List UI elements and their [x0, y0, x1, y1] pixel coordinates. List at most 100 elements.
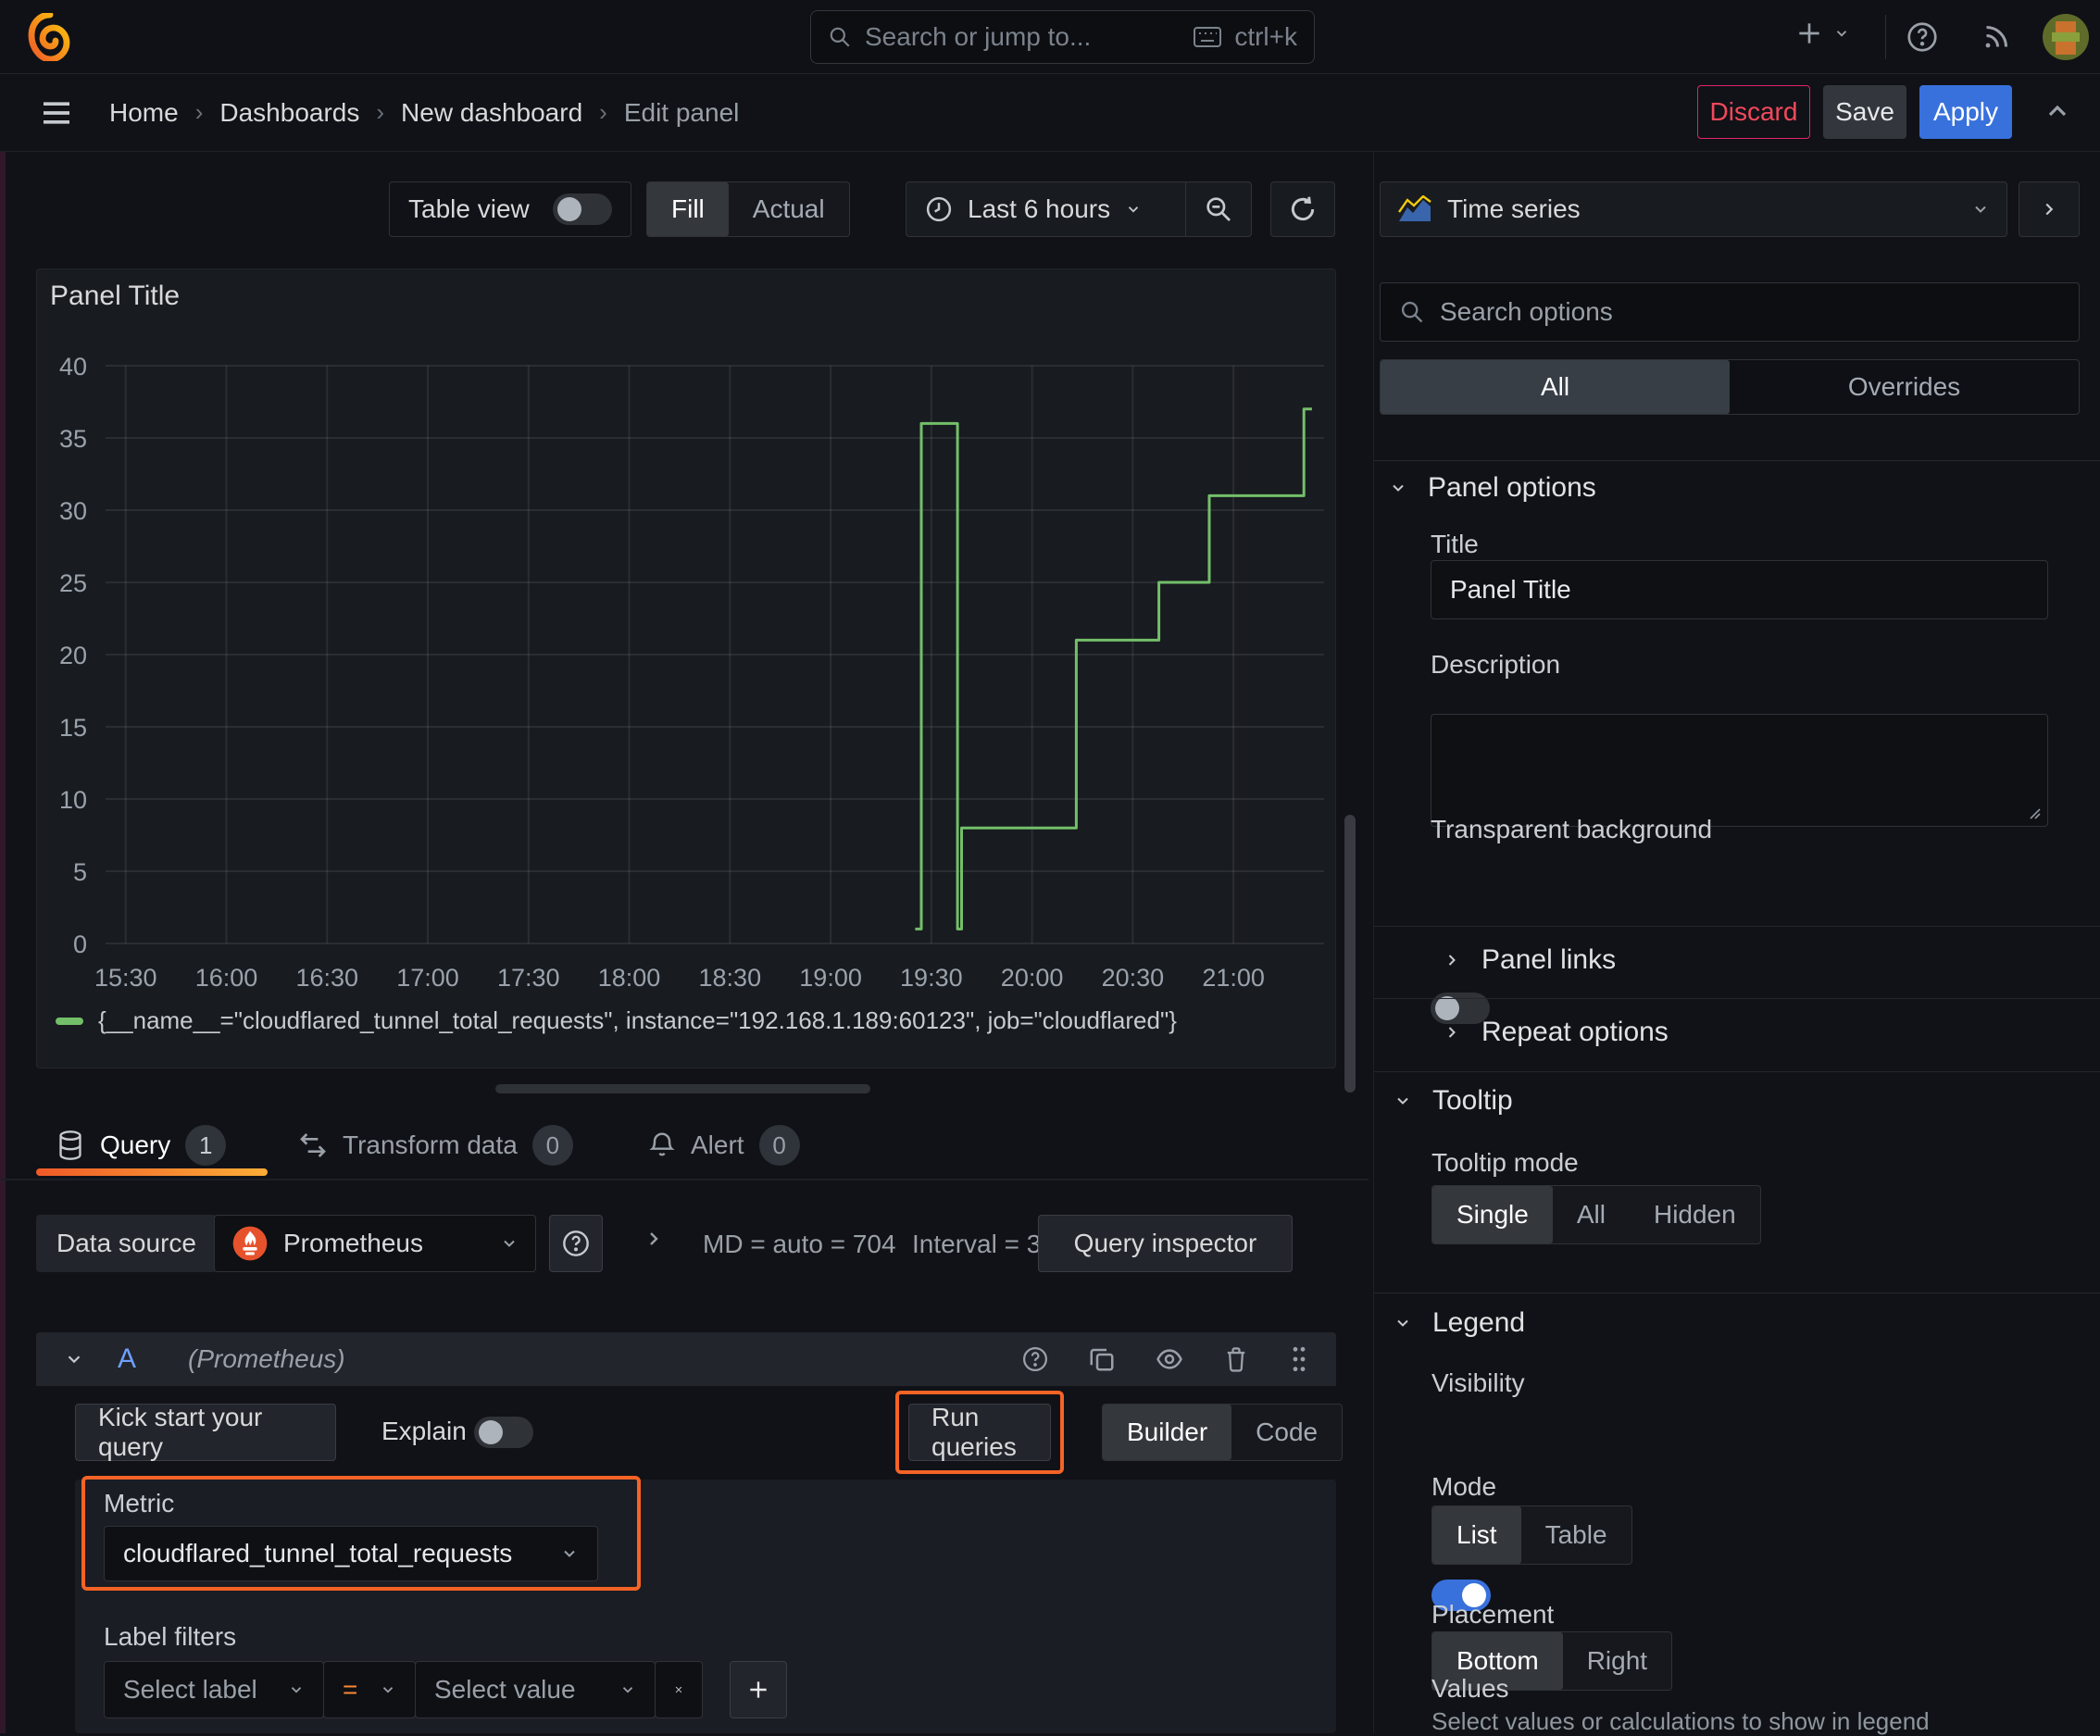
breadcrumb-home[interactable]: Home [109, 98, 179, 128]
explain-toggle[interactable] [474, 1417, 533, 1448]
help-button[interactable] [1906, 20, 1939, 54]
collapse-query-icon[interactable] [64, 1349, 84, 1369]
chevron-right-icon[interactable] [643, 1228, 665, 1250]
global-search-input[interactable]: Search or jump to... ctrl+k [810, 10, 1315, 64]
query-help-icon[interactable] [1021, 1345, 1049, 1373]
table-view-toggle[interactable] [553, 194, 612, 225]
remove-filter-button[interactable] [655, 1661, 703, 1718]
time-range-label: Last 6 hours [968, 194, 1111, 223]
tooltip-all-option[interactable]: All [1553, 1186, 1630, 1243]
time-range-button[interactable]: Last 6 hours [906, 194, 1185, 224]
drag-handle-icon[interactable] [1288, 1344, 1310, 1374]
tooltip-section[interactable]: Tooltip [1394, 1085, 1513, 1117]
tooltip-hidden-option[interactable]: Hidden [1630, 1186, 1760, 1243]
metric-select[interactable]: cloudflared_tunnel_total_requests [104, 1526, 598, 1581]
tab-alert[interactable]: Alert 0 [648, 1118, 800, 1172]
chart-legend[interactable]: {__name__="cloudflared_tunnel_total_requ… [56, 1006, 1177, 1035]
datasource-picker[interactable]: Prometheus [214, 1215, 536, 1272]
chevron-up-icon[interactable] [2043, 96, 2072, 126]
legend-series-swatch[interactable] [56, 1017, 83, 1025]
builder-option[interactable]: Builder [1103, 1405, 1232, 1460]
search-icon [828, 25, 852, 49]
breadcrumb-separator: › [194, 98, 204, 126]
refresh-button[interactable] [1270, 181, 1335, 237]
apply-button[interactable]: Apply [1919, 85, 2012, 139]
grafana-logo[interactable] [28, 13, 72, 61]
legend-list-option[interactable]: List [1432, 1506, 1521, 1564]
query-options-stats[interactable]: MD = auto = 704 [703, 1230, 896, 1259]
options-search-input[interactable]: Search options [1380, 282, 2080, 342]
pane-resize-handle[interactable] [495, 1084, 870, 1093]
query-row-header[interactable]: A (Prometheus) [36, 1332, 1336, 1386]
panel-links-title: Panel links [1481, 944, 1617, 975]
section-divider [1374, 998, 2100, 999]
panel-title-input[interactable]: Panel Title [1431, 560, 2048, 619]
run-queries-button[interactable]: Run queries [908, 1403, 1051, 1461]
keyboard-icon [1194, 27, 1222, 47]
legend-title: Legend [1432, 1307, 1526, 1338]
section-divider [1374, 1071, 2100, 1072]
select-value-dropdown[interactable]: Select value [415, 1661, 656, 1718]
add-filter-button[interactable] [730, 1661, 787, 1718]
plus-icon [750, 1681, 767, 1698]
time-series-chart[interactable]: 0 5 10 15 20 25 30 35 40 15:30 16:00 16:30 17:00 17:3… [37, 325, 1335, 995]
save-button[interactable]: Save [1823, 85, 1906, 139]
y-tick-label: 25 [59, 569, 87, 597]
duplicate-query-icon[interactable] [1088, 1345, 1116, 1373]
visibility-label: Visibility [1431, 1368, 1525, 1397]
tab-query[interactable]: Query 1 [56, 1118, 227, 1172]
datasource-help-button[interactable] [549, 1215, 603, 1272]
select-label-dropdown[interactable]: Select label [104, 1661, 324, 1718]
operator-dropdown[interactable]: = [323, 1661, 416, 1718]
repeat-options-section[interactable]: Repeat options [1443, 1017, 1669, 1048]
chevron-down-icon [382, 1687, 394, 1693]
hamburger-menu-icon[interactable] [41, 100, 72, 126]
legend-table-option[interactable]: Table [1521, 1506, 1631, 1564]
x-tick-label: 21:00 [1202, 964, 1265, 992]
options-search-placeholder: Search options [1440, 297, 1613, 326]
breadcrumb-dashboards[interactable]: Dashboards [219, 98, 359, 128]
query-ref-id[interactable]: A [118, 1343, 136, 1375]
x-tick-label: 16:30 [295, 964, 358, 992]
placement-right-option[interactable]: Right [1563, 1632, 1671, 1690]
visualization-picker[interactable]: Time series [1380, 181, 2007, 237]
bell-icon [648, 1130, 676, 1160]
pane-divider [1373, 152, 1374, 1733]
topbar-divider [1885, 15, 1886, 59]
chart-panel[interactable]: Panel Title 0 5 10 15 20 25 30 35 40 15:30 16:00 16… [36, 269, 1336, 1068]
y-tick-label: 0 [73, 930, 87, 958]
code-option[interactable]: Code [1231, 1405, 1342, 1460]
fill-option[interactable]: Fill [647, 182, 729, 236]
legend-section[interactable]: Legend [1394, 1307, 1525, 1339]
news-icon[interactable] [1980, 20, 2013, 54]
panel-links-section[interactable]: Panel links [1443, 944, 1616, 976]
tab-all[interactable]: All [1381, 360, 1730, 414]
avatar[interactable] [2043, 14, 2089, 60]
transform-icon [298, 1130, 328, 1160]
discard-button[interactable]: Discard [1697, 85, 1810, 139]
datasource-name: Prometheus [283, 1229, 423, 1257]
tooltip-single-option[interactable]: Single [1432, 1186, 1553, 1243]
top-nav-bar: Search or jump to... ctrl+k [0, 0, 2100, 74]
panel-title-value: Panel Title [1450, 575, 1571, 604]
description-field-label: Description [1431, 650, 1561, 679]
add-menu-button[interactable] [1794, 19, 1850, 48]
query-inspector-button[interactable]: Query inspector [1038, 1215, 1293, 1272]
resize-grip-icon[interactable] [2027, 806, 2042, 820]
panel-options-section[interactable]: Panel options [1389, 472, 1596, 504]
remove-query-icon[interactable] [1223, 1345, 1249, 1373]
legend-series-label[interactable]: {__name__="cloudflared_tunnel_total_requ… [98, 1006, 1177, 1035]
title-field-label: Title [1431, 530, 1479, 558]
breadcrumb-new-dashboard[interactable]: New dashboard [401, 98, 582, 128]
database-icon [56, 1130, 85, 1161]
kick-start-query-button[interactable]: Kick start your query [75, 1403, 336, 1461]
tab-transform-data[interactable]: Transform data 0 [298, 1118, 573, 1172]
scrollbar-thumb[interactable] [1344, 815, 1356, 1093]
hide-response-icon[interactable] [1155, 1345, 1184, 1373]
toggle-viz-picker-button[interactable] [2019, 181, 2080, 237]
actual-option[interactable]: Actual [729, 182, 849, 236]
tab-overrides[interactable]: Overrides [1730, 360, 2079, 414]
transparent-bg-label: Transparent background [1431, 815, 1713, 843]
description-textarea[interactable] [1431, 714, 2048, 827]
zoom-out-button[interactable] [1186, 181, 1251, 237]
